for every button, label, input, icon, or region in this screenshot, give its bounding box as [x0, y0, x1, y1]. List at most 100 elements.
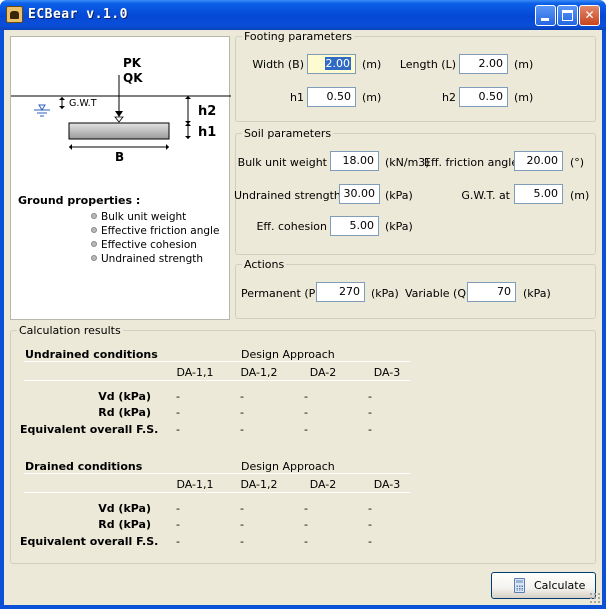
drained-row-fs-label: Equivalent overall F.S. [20, 535, 159, 548]
calculate-button[interactable]: Calculate [491, 572, 596, 599]
water-table-icon [38, 104, 46, 111]
undrained-vd-da-1-1: - [176, 390, 180, 403]
h1-input[interactable]: 0.50 [307, 87, 356, 107]
window-title: ECBear v.1.0 [28, 7, 128, 22]
drained-col-da-2: DA-2 [309, 478, 337, 491]
eff-cohesion-unit: (kPa) [385, 220, 413, 233]
undrained-row-rd-label: Rd (kPa) [98, 406, 151, 419]
undrained-vd-da-1-2: - [240, 390, 244, 403]
close-button[interactable]: ✕ [579, 5, 600, 26]
friction-angle-unit: (°) [570, 156, 585, 169]
bulk-unit-weight-input[interactable]: 18.00 [330, 151, 379, 171]
drained-fs-da-2: - [304, 535, 308, 548]
footing-diagram-panel: PK QK G.W.T h2 h1 B Ground properties: … [10, 36, 231, 320]
drained-fs-da-1-1: - [176, 535, 180, 548]
length-input[interactable]: 2.00 [459, 54, 508, 74]
undrained-rd-da-1-2: - [240, 406, 244, 419]
friction-angle-label: Eff. friction angle [424, 156, 519, 169]
drained-rd-da-1-1: - [176, 518, 180, 531]
drained-row-rd-label: Rd (kPa) [98, 518, 151, 531]
undrained-column-divider [24, 380, 410, 381]
bullet-icon [91, 227, 97, 233]
undrained-rd-da-3: - [368, 406, 372, 419]
resize-grip[interactable] [589, 592, 601, 604]
gwt-at-unit: (m) [570, 189, 590, 202]
undrained-rd-da-1-1: - [176, 406, 180, 419]
ground-properties-title: Ground properties : [18, 194, 141, 207]
drained-row-vd-label: Vd (kPa) [98, 502, 151, 515]
drained-column-divider [24, 492, 410, 493]
gwt-at-input[interactable]: 5.00 [514, 184, 563, 204]
footing-block [68, 122, 170, 140]
list-item: Bulk unit weight [91, 210, 219, 224]
client-area: PK QK G.W.T h2 h1 B Ground properties: … [4, 30, 602, 605]
qk-label: QK [123, 71, 143, 85]
drained-col-da-1-2: DA-1,2 [240, 478, 278, 491]
drained-header-divider [24, 473, 410, 474]
ground-properties-list: Bulk unit weight Effective friction angl… [91, 210, 219, 266]
undrained-col-da-2: DA-2 [309, 366, 337, 379]
footing-parameters-group: Footing parameters [235, 30, 596, 122]
bulk-unit-weight-label: Bulk unit weight [237, 156, 327, 169]
undrained-strength-label: Undrained strength [234, 189, 341, 202]
drained-rd-da-2: - [304, 518, 308, 531]
drained-fs-da-1-2: - [240, 535, 244, 548]
undrained-fs-da-1-1: - [176, 423, 180, 436]
maximize-button[interactable] [557, 5, 578, 26]
list-item: Effective cohesion [91, 238, 219, 252]
permanent-label: Permanent (P) [241, 287, 320, 300]
permanent-unit: (kPa) [371, 287, 399, 300]
h1-field-label: h1 [290, 91, 304, 104]
close-icon: ✕ [584, 8, 595, 22]
undrained-vd-da-3: - [368, 390, 372, 403]
bullet-icon [91, 241, 97, 247]
undrained-conditions-title: Undrained conditions [25, 348, 158, 361]
permanent-input[interactable]: 270 [316, 282, 365, 302]
variable-input[interactable]: 70 [467, 282, 516, 302]
undrained-strength-unit: (kPa) [385, 189, 413, 202]
drained-vd-da-3: - [368, 502, 372, 515]
length-unit: (m) [514, 58, 534, 71]
undrained-header-divider [24, 361, 410, 362]
friction-angle-input[interactable]: 20.00 [514, 151, 563, 171]
footing-diagram: PK QK G.W.T h2 h1 B [11, 56, 231, 164]
b-label: B [115, 150, 124, 164]
drained-rd-da-1-2: - [240, 518, 244, 531]
undrained-col-da-1-2: DA-1,2 [240, 366, 278, 379]
drained-design-approach-label: Design Approach [241, 460, 335, 473]
undrained-vd-da-2: - [304, 390, 308, 403]
calculator-icon [514, 578, 525, 593]
actions-legend: Actions [244, 258, 285, 271]
drained-fs-da-3: - [368, 535, 372, 548]
title-bar[interactable]: ECBear v.1.0 ✕ [0, 0, 606, 30]
h2-label: h2 [198, 104, 216, 119]
eff-cohesion-input[interactable]: 5.00 [330, 216, 379, 236]
width-unit: (m) [362, 58, 382, 71]
width-input[interactable]: 2.00 [307, 54, 356, 74]
soil-parameters-legend: Soil parameters [244, 127, 332, 140]
h2-field-label: h2 [442, 91, 456, 104]
calculate-button-label: Calculate [534, 579, 586, 592]
maximize-icon [562, 10, 573, 21]
undrained-rd-da-2: - [304, 406, 308, 419]
undrained-design-approach-label: Design Approach [241, 348, 335, 361]
drained-rd-da-3: - [368, 518, 372, 531]
app-window: ECBear v.1.0 ✕ PK QK G.W.T h2 h1 B Groun… [0, 0, 606, 609]
bulk-unit-weight-unit: (kN/m3) [385, 156, 430, 169]
bear-app-icon[interactable] [6, 6, 23, 23]
bullet-icon [91, 213, 97, 219]
gwt-label: G.W.T [69, 98, 97, 109]
undrained-row-vd-label: Vd (kPa) [98, 390, 151, 403]
list-item: Effective friction angle [91, 224, 219, 238]
footing-parameters-legend: Footing parameters [244, 30, 353, 43]
variable-unit: (kPa) [523, 287, 551, 300]
minimize-button[interactable] [535, 5, 556, 26]
eff-cohesion-label: Eff. cohesion [256, 220, 327, 233]
undrained-fs-da-2: - [304, 423, 308, 436]
drained-col-da-1-1: DA-1,1 [176, 478, 214, 491]
drained-col-da-3: DA-3 [373, 478, 401, 491]
drained-conditions-title: Drained conditions [25, 460, 143, 473]
h2-input[interactable]: 0.50 [459, 87, 508, 107]
undrained-strength-input[interactable]: 30.00 [339, 184, 380, 204]
gwt-at-label: G.W.T. at [461, 189, 510, 202]
